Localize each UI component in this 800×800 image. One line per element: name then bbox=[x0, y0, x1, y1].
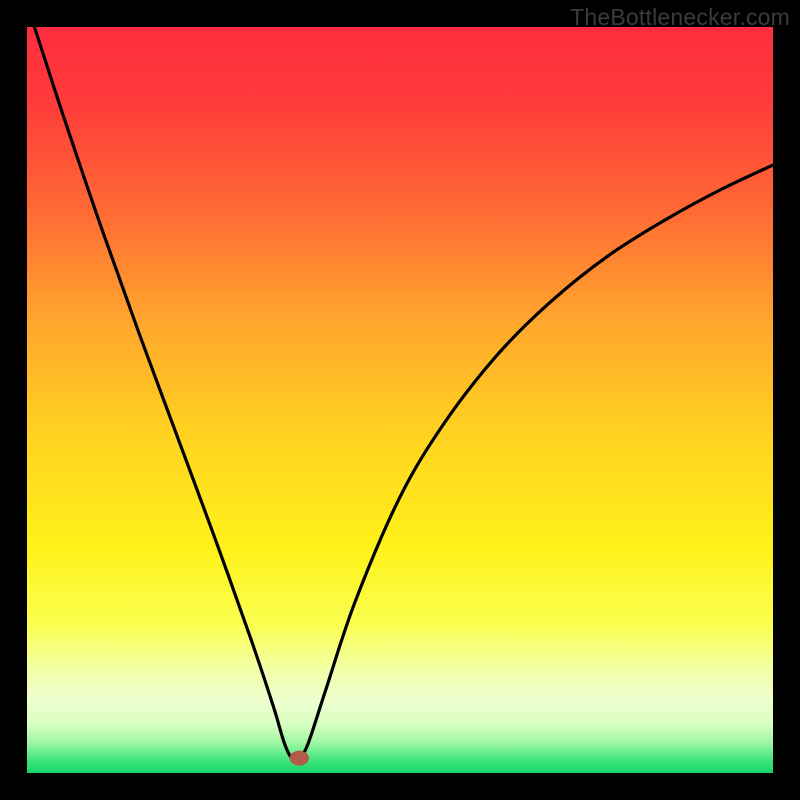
chart-background bbox=[27, 27, 773, 773]
operating-point-marker bbox=[290, 751, 309, 766]
bottleneck-chart bbox=[27, 27, 773, 773]
chart-frame: TheBottlenecker.com bbox=[0, 0, 800, 800]
watermark-text: TheBottlenecker.com bbox=[570, 4, 790, 31]
